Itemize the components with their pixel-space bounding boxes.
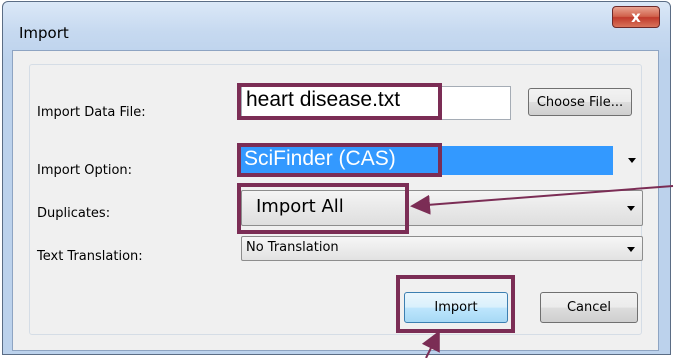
chevron-down-icon[interactable] (627, 247, 635, 252)
highlight-box-option (237, 143, 442, 177)
import-option-label: Import Option: (37, 163, 133, 178)
highlight-box-import (396, 275, 515, 333)
cancel-button[interactable]: Cancel (540, 292, 638, 323)
text-translation-value: No Translation (246, 240, 339, 255)
text-translation-label: Text Translation: (37, 249, 143, 264)
text-translation-select[interactable]: No Translation (241, 236, 643, 261)
close-button[interactable]: x (612, 6, 660, 28)
highlight-box-file (237, 83, 442, 120)
duplicates-label: Duplicates: (37, 206, 111, 221)
choose-file-button[interactable]: Choose File... (528, 88, 632, 116)
chevron-down-icon[interactable] (627, 206, 635, 211)
chevron-down-icon[interactable] (628, 158, 636, 163)
close-icon: x (631, 8, 641, 26)
highlight-box-duplicates (237, 183, 409, 234)
import-data-file-label: Import Data File: (37, 105, 146, 120)
window-title: Import (19, 24, 69, 42)
